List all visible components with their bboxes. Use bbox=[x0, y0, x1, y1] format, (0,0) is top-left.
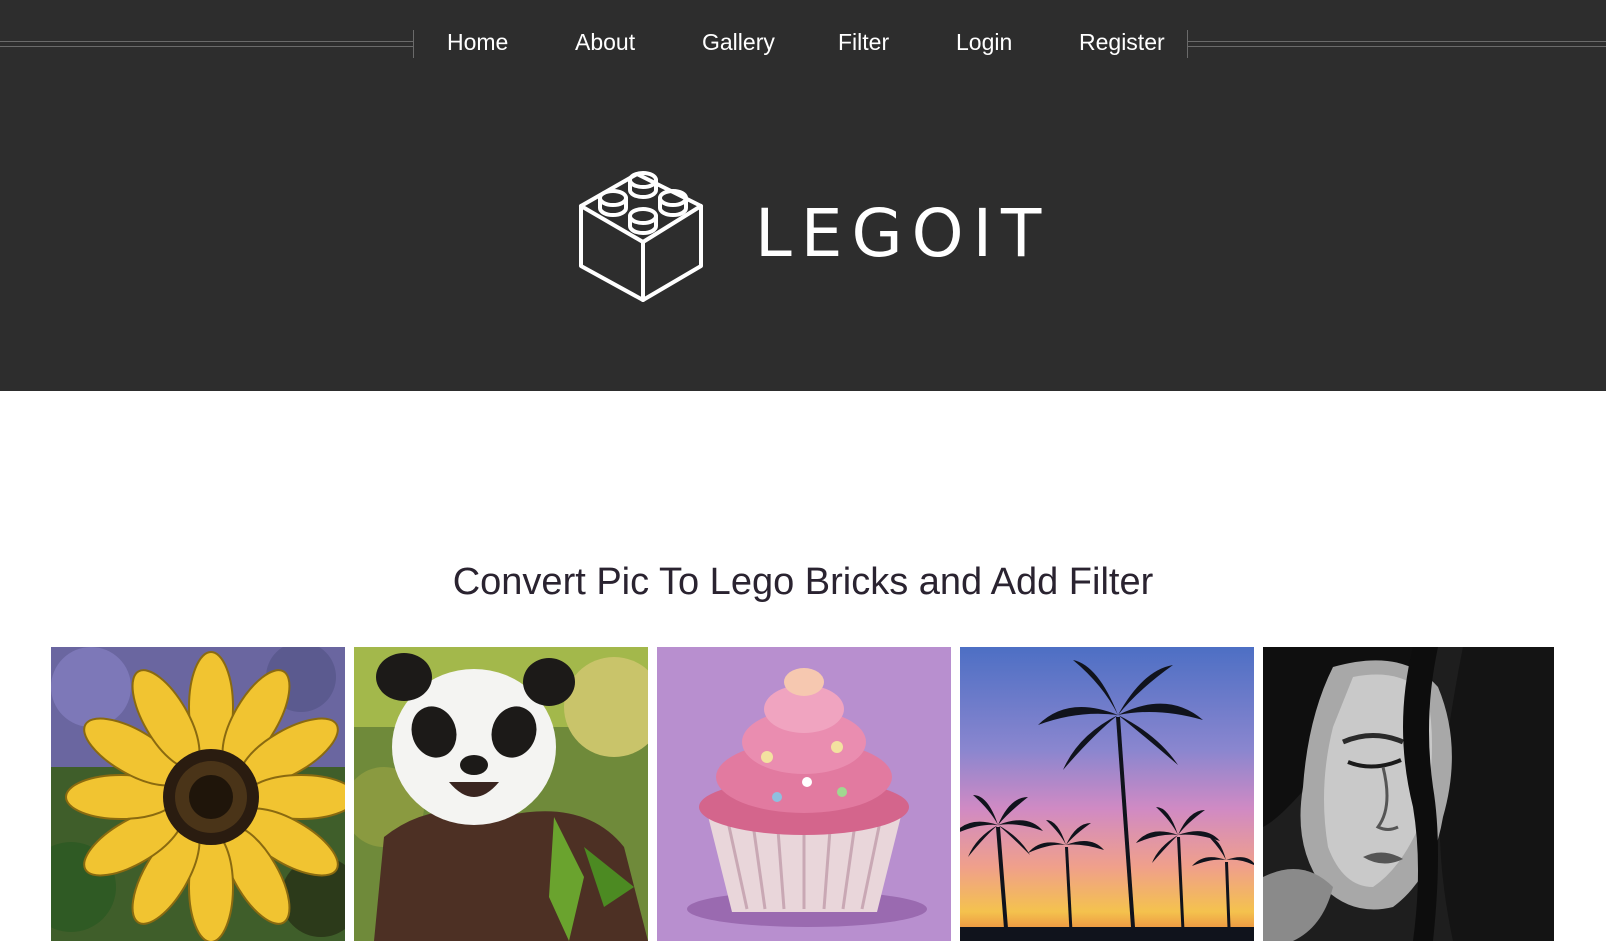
nav-divider-tick-left bbox=[413, 30, 414, 58]
nav-register[interactable]: Register bbox=[1079, 24, 1165, 60]
gallery-image-cupcake[interactable] bbox=[657, 647, 951, 941]
site-logo[interactable]: LEGOIT bbox=[575, 166, 1041, 306]
lego-brick-icon bbox=[579, 171, 703, 302]
page-heading: Convert Pic To Lego Bricks and Add Filte… bbox=[452, 561, 1154, 603]
nav-filter[interactable]: Filter bbox=[838, 24, 889, 60]
nav-home[interactable]: Home bbox=[447, 24, 508, 60]
nav-divider-right bbox=[1188, 41, 1606, 47]
gallery-image-palm-trees[interactable] bbox=[960, 647, 1254, 941]
nav-login[interactable]: Login bbox=[956, 24, 1012, 60]
gallery-image-sunflower[interactable] bbox=[51, 647, 345, 941]
site-header: Home About Gallery Filter Login Register bbox=[0, 0, 1606, 391]
nav-gallery[interactable]: Gallery bbox=[702, 24, 775, 60]
main-nav: Home About Gallery Filter Login Register bbox=[0, 0, 1606, 84]
brand-name: LEGOIT bbox=[755, 195, 1051, 272]
gallery-image-panda[interactable] bbox=[354, 647, 648, 941]
nav-about[interactable]: About bbox=[575, 24, 635, 60]
gallery-image-portrait[interactable] bbox=[1263, 647, 1554, 941]
nav-divider-left bbox=[0, 41, 413, 47]
